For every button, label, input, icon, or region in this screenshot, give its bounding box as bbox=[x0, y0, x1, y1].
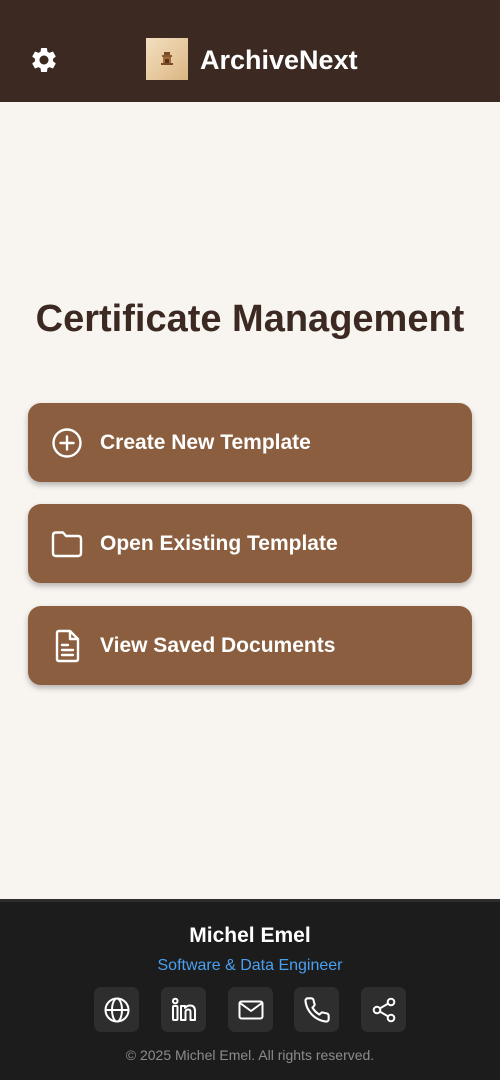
app-logo bbox=[146, 38, 188, 80]
settings-button[interactable] bbox=[26, 42, 62, 78]
globe-icon bbox=[104, 997, 129, 1022]
view-documents-label: View Saved Documents bbox=[100, 633, 336, 657]
email-button[interactable] bbox=[228, 987, 273, 1032]
page-title: Certificate Management bbox=[35, 298, 465, 340]
website-button[interactable] bbox=[94, 987, 139, 1032]
view-documents-button[interactable]: View Saved Documents bbox=[28, 606, 472, 685]
app-header: ArchiveNext bbox=[0, 0, 500, 102]
create-template-button[interactable]: Create New Template bbox=[28, 403, 472, 482]
open-template-label: Open Existing Template bbox=[100, 531, 338, 555]
copyright: © 2025 Michel Emel. All rights reserved. bbox=[125, 1047, 375, 1063]
document-icon bbox=[50, 629, 84, 663]
folder-icon bbox=[50, 527, 84, 561]
gear-icon bbox=[32, 47, 56, 72]
create-template-label: Create New Template bbox=[100, 430, 311, 454]
footer: Michel Emel Software & Data Engineer © 2… bbox=[0, 899, 500, 1080]
phone-button[interactable] bbox=[294, 987, 339, 1032]
main-content: Certificate Management Create New Templa… bbox=[0, 102, 500, 899]
author-role[interactable]: Software & Data Engineer bbox=[0, 957, 500, 975]
share-icon bbox=[372, 997, 395, 1022]
share-button[interactable] bbox=[361, 987, 406, 1032]
plus-circle-icon bbox=[50, 426, 84, 460]
linkedin-button[interactable] bbox=[161, 987, 206, 1032]
app-title: ArchiveNext bbox=[200, 45, 358, 75]
author-name: Michel Emel bbox=[189, 924, 311, 947]
phone-icon bbox=[303, 996, 330, 1023]
logo-emblem-icon bbox=[161, 52, 173, 65]
mail-icon bbox=[238, 1000, 263, 1019]
open-template-button[interactable]: Open Existing Template bbox=[28, 504, 472, 583]
linkedin-icon bbox=[171, 997, 196, 1021]
